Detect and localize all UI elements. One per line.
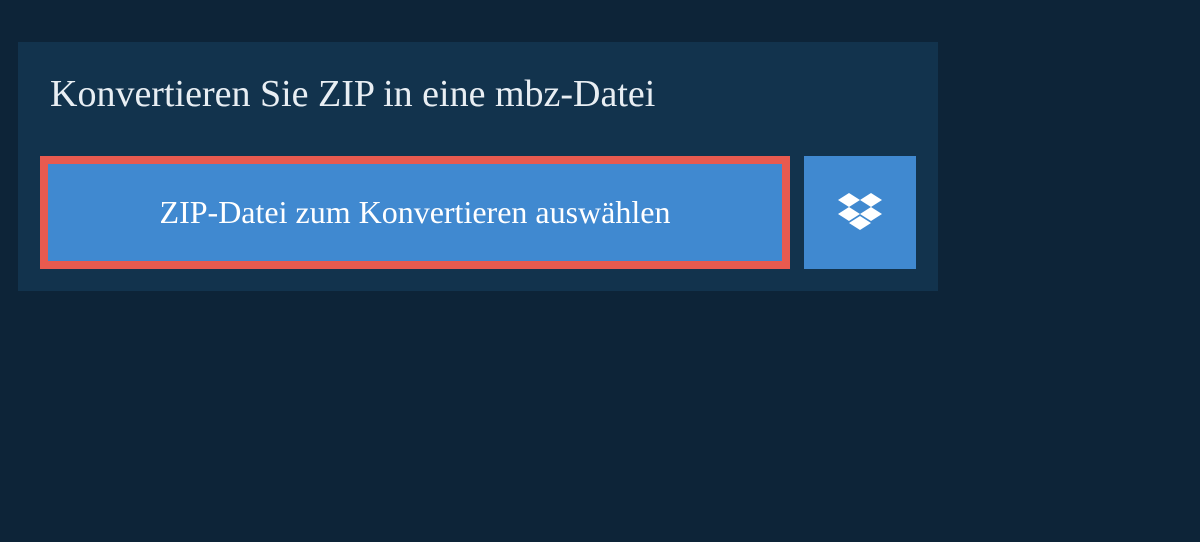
select-file-highlight: ZIP-Datei zum Konvertieren auswählen bbox=[40, 156, 790, 269]
select-file-button[interactable]: ZIP-Datei zum Konvertieren auswählen bbox=[48, 164, 782, 261]
dropbox-icon bbox=[838, 193, 882, 233]
header: Konvertieren Sie ZIP in eine mbz-Datei bbox=[18, 42, 938, 156]
page-title: Konvertieren Sie ZIP in eine mbz-Datei bbox=[50, 72, 906, 116]
upload-area: ZIP-Datei zum Konvertieren auswählen bbox=[18, 156, 938, 291]
converter-panel: Konvertieren Sie ZIP in eine mbz-Datei Z… bbox=[18, 42, 938, 291]
dropbox-button[interactable] bbox=[804, 156, 916, 269]
